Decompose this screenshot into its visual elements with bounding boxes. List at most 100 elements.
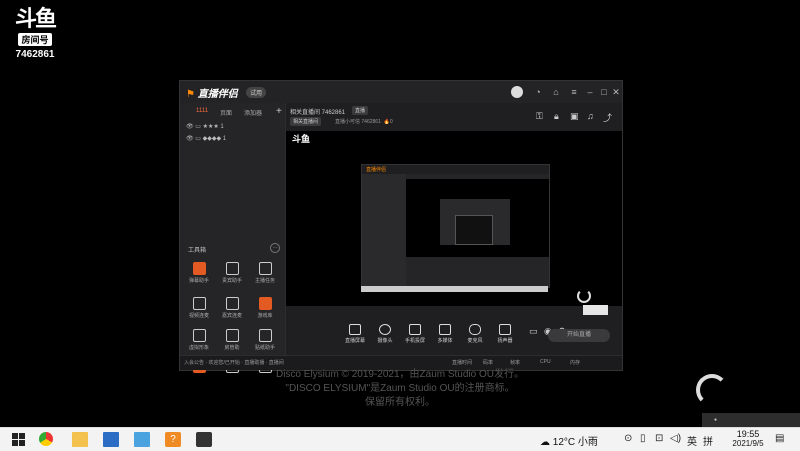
people-icon[interactable]: ⊙: [624, 433, 632, 444]
download-icon: [225, 329, 239, 342]
notification-center-icon[interactable]: ▤: [775, 433, 784, 444]
nested-tray: [583, 305, 608, 315]
status-fps: 帧率: [510, 360, 521, 366]
screen-capture-button[interactable]: 直播屏幕: [338, 324, 372, 344]
scene-item[interactable]: 👁 ▭ ◆◆◆◆ 1: [186, 135, 226, 142]
danmu-icon: [192, 262, 206, 275]
task-icon: [258, 262, 272, 275]
title-bar: ⚑ 直播伴侣 试用 ◔ ⌂ ≡ – □ ✕: [180, 81, 622, 103]
copyright-line: "DISCO ELYSIUM"是Zaum Studio OU的注册商标。: [285, 383, 515, 394]
live-companion-taskbar-icon[interactable]: [196, 432, 212, 447]
avatar-icon: [192, 329, 206, 342]
menu-icon[interactable]: ≡: [568, 86, 580, 98]
phone-icon[interactable]: ▯: [640, 433, 646, 444]
copyright-notice: Disco Elysium © 2019-2021，由Zaum Studio O…: [250, 368, 550, 410]
status-cpu: CPU: [540, 359, 551, 365]
gift-icon[interactable]: ⚿: [536, 111, 543, 122]
clock-date: 2021/9/5: [732, 439, 764, 448]
ime-indicator[interactable]: 拼: [703, 433, 713, 448]
preview-watermark: 斗鱼: [292, 134, 311, 144]
close-icon[interactable]: ✕: [610, 86, 622, 98]
user-icon: [225, 262, 239, 275]
game-icon: [258, 297, 272, 310]
phone-icon: [409, 324, 421, 335]
clock-time: 19:55: [736, 429, 760, 439]
language-indicator[interactable]: 英: [687, 433, 697, 448]
tab-page[interactable]: 页面: [220, 108, 232, 117]
video-link-icon: [192, 297, 206, 310]
chrome-icon[interactable]: [39, 432, 53, 446]
sticker-icon: [258, 329, 272, 342]
room-title: 相关直播间 7462861: [290, 110, 346, 116]
nested-taskbar: [361, 286, 548, 292]
speaker-button[interactable]: 扬声器: [488, 324, 522, 344]
skin-icon[interactable]: ⌂: [550, 86, 562, 98]
bell-icon[interactable]: ♫: [587, 111, 594, 121]
photos-icon[interactable]: [134, 432, 150, 447]
media-button[interactable]: 多媒体: [428, 324, 462, 344]
tool-game[interactable]: 游戏库: [250, 297, 280, 319]
tool-sticker[interactable]: 贴纸助手: [250, 329, 280, 351]
mail-icon[interactable]: [103, 432, 119, 447]
play-icon: [439, 324, 451, 335]
speaker-icon: [499, 324, 511, 335]
loading-spinner-icon: [696, 374, 728, 406]
nested-title-bar: 直播伴侣: [362, 165, 549, 174]
mic-button[interactable]: 麦克风: [458, 324, 492, 344]
tool-vip[interactable]: 贵宾助手: [217, 262, 247, 284]
app-brand: ⚑ 直播伴侣: [186, 89, 238, 100]
toolbox-title: 工具箱: [188, 248, 207, 254]
volume-icon[interactable]: ◁): [670, 433, 681, 444]
tool-video-link[interactable]: 视频连麦: [184, 297, 214, 319]
room-number-tag: 房间号: [18, 33, 52, 46]
download-icon: [225, 297, 239, 310]
nested-preview-window: 直播伴侣: [361, 164, 550, 288]
network-icon[interactable]: ⊡: [655, 433, 663, 444]
tool-danmu[interactable]: 弹幕助手: [184, 262, 214, 284]
room-watermark: 斗鱼 房间号 7462861: [14, 6, 57, 61]
weather-widget[interactable]: ☁ 12°C 小雨: [540, 433, 598, 448]
version-badge[interactable]: 试用: [246, 87, 267, 98]
loading-icon: [577, 289, 591, 303]
douyu-logo: 斗鱼: [14, 6, 57, 31]
start-live-button[interactable]: 开始直播: [548, 329, 610, 342]
tool-task[interactable]: 主播任务: [250, 262, 280, 284]
lock-icon[interactable]: 🔒︎: [554, 111, 559, 122]
scene-item[interactable]: 👁 ▭ ★★★ 1: [186, 123, 224, 130]
clock[interactable]: 19:55 2021/9/5: [728, 429, 768, 448]
record-icon[interactable]: ▣: [570, 111, 579, 122]
file-explorer-icon[interactable]: [72, 432, 88, 447]
mic-icon: [469, 324, 481, 335]
phone-cast-button[interactable]: 手机投屏: [398, 324, 432, 344]
nested-sidebar: [362, 174, 406, 287]
camera-button[interactable]: 摄像头: [368, 324, 402, 344]
room-info: 直播小可信 7462861 🔥0: [335, 119, 393, 125]
nested-preview-inner2: [455, 215, 493, 245]
avatar[interactable]: [511, 86, 523, 98]
game-launcher-icon[interactable]: ?: [165, 432, 181, 447]
tool-avatar[interactable]: 虚拟形象: [184, 329, 214, 351]
status-memory: 内存: [570, 360, 581, 366]
tab-scene-1[interactable]: 1111: [196, 108, 208, 114]
maximize-icon[interactable]: □: [598, 86, 610, 98]
start-button[interactable]: [12, 433, 25, 446]
room-tag[interactable]: 直播: [352, 106, 369, 115]
tab-adder[interactable]: 添加器: [244, 108, 262, 117]
tool-guest-link[interactable]: 嘉宾连麦: [217, 297, 247, 319]
notification-toast[interactable]: ●: [702, 413, 800, 428]
share-icon[interactable]: ⤴: [603, 111, 612, 124]
room-category[interactable]: 相关直播间: [290, 117, 322, 126]
windows-taskbar: ? ☁ 12°C 小雨 ⊙ ▯ ⊡ ◁) 英 拼 19:55 2021/9/5 …: [0, 427, 800, 451]
status-time: 直播时间: [452, 360, 473, 366]
minimize-icon[interactable]: –: [584, 86, 596, 98]
monitor-icon: [349, 324, 361, 335]
tool-manager[interactable]: 房管助: [217, 329, 247, 351]
sidebar-footer: 入会公告 · 欢迎您/已开始 · 直播助播 · 直播间: [184, 360, 284, 366]
sidebar: 1111 页面 添加器 + 👁 ▭ ★★★ 1 👁 ▭ ◆◆◆◆ 1 工具箱 ·…: [180, 103, 286, 373]
camera-icon: [379, 324, 391, 335]
add-tab-icon[interactable]: +: [276, 106, 282, 117]
video-icon[interactable]: ▭: [529, 326, 538, 337]
more-icon[interactable]: ···: [270, 243, 280, 253]
status-bitrate: 码率: [483, 360, 494, 366]
message-icon[interactable]: ◔: [532, 86, 544, 98]
